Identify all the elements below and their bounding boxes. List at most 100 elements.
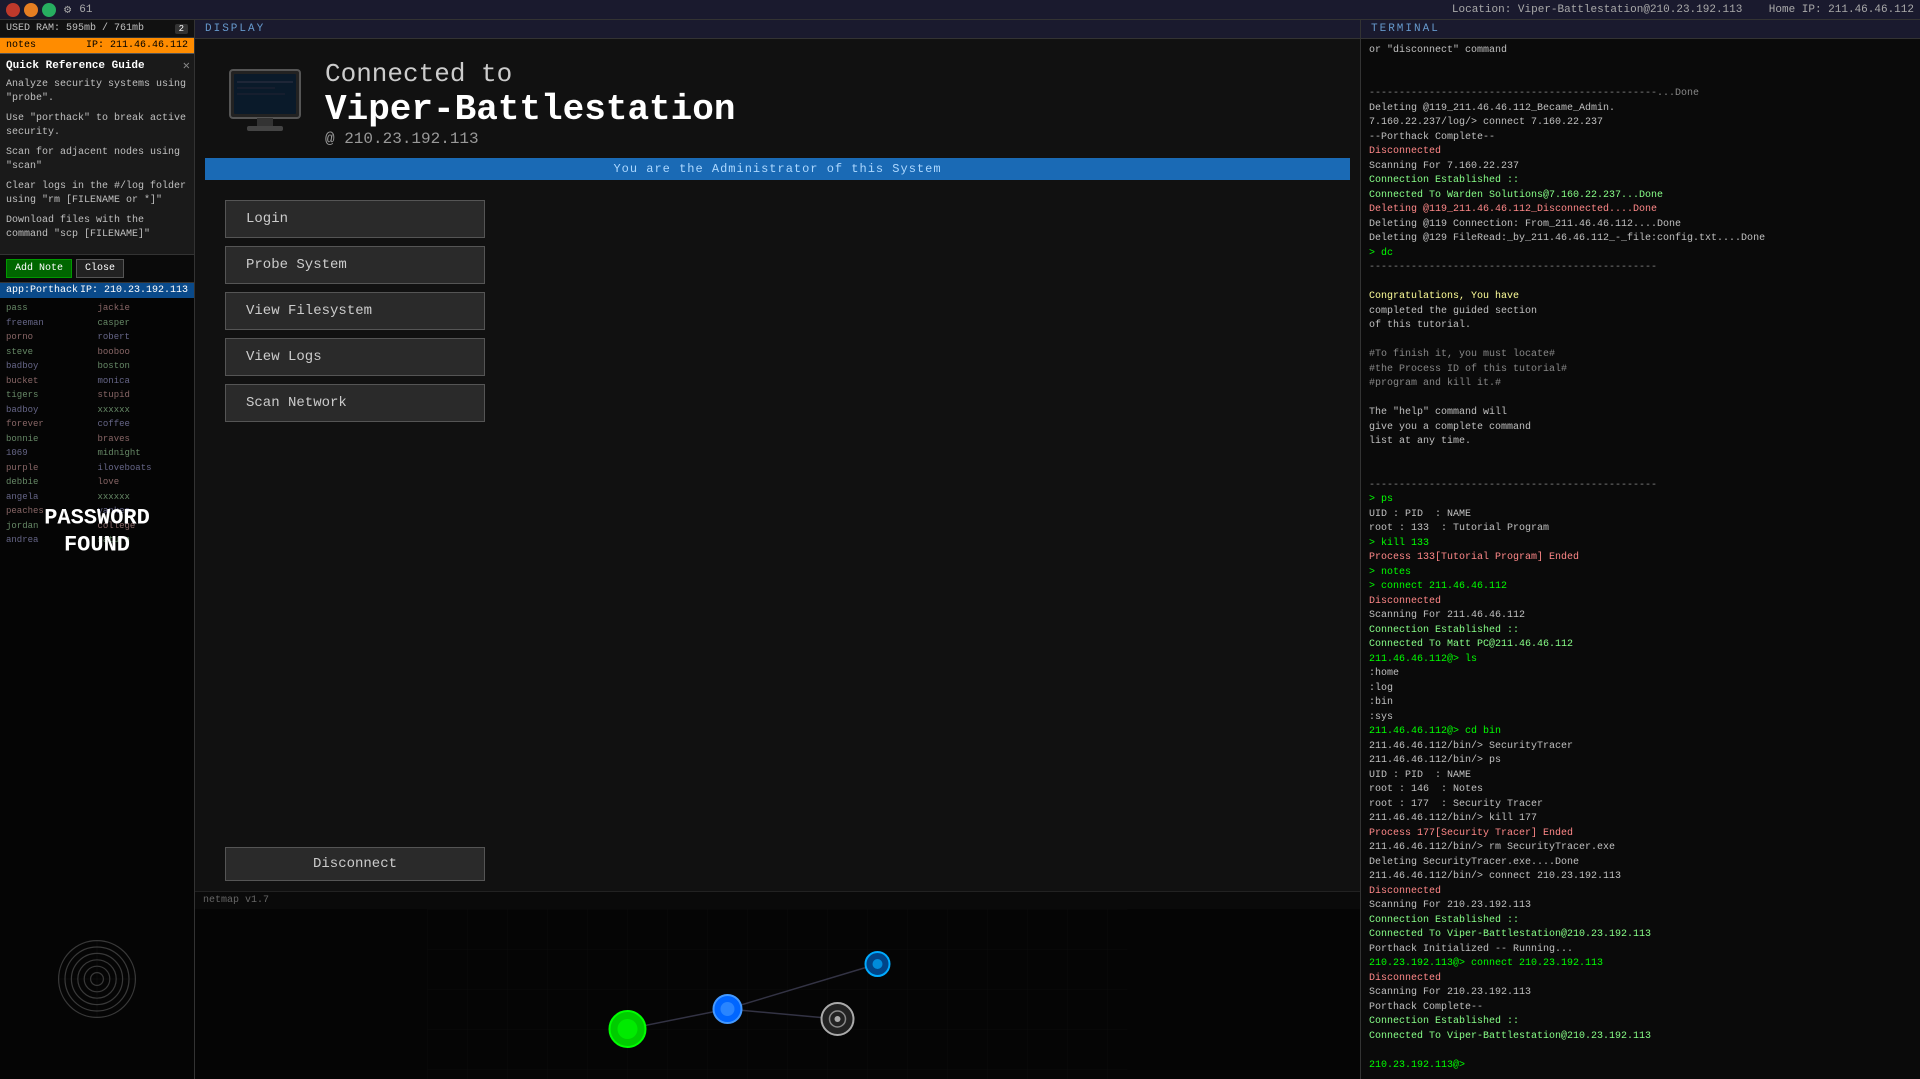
password-item: coffee (98, 418, 189, 432)
left-buttons-area: Add Note Close (0, 255, 194, 283)
terminal-line: ----------------------------------------… (1369, 261, 1912, 276)
terminal-line: 211.46.46.112/bin/> SecurityTracer (1369, 740, 1912, 755)
terminal-line: Connection Established :: (1369, 174, 1912, 189)
maximize-window-button[interactable] (42, 3, 56, 17)
terminal-line: Porthack Initialized -- Running... (1369, 943, 1912, 958)
location-info: Location: Viper-Battlestation@210.23.192… (1452, 4, 1914, 16)
connected-to-label: Connected to (325, 59, 735, 90)
terminal-line: UID : PID : NAME (1369, 508, 1912, 523)
quick-ref-close-button[interactable]: ✕ (183, 58, 190, 73)
terminal-line: Connection Established :: (1369, 914, 1912, 929)
terminal-line: 211.46.46.112@> ls (1369, 653, 1912, 668)
terminal-line: Deleting SecurityTracer.exe....Done (1369, 856, 1912, 871)
password-item: braves (98, 433, 189, 447)
qr-line-1: Analyze security systems using "probe". (6, 78, 188, 106)
left-panel: USED RAM: 595mb / 761mb 2 notes IP: 211.… (0, 20, 195, 1079)
location-text: Location: Viper-Battlestation@210.23.192… (1452, 4, 1742, 16)
password-area: passjackiefreemancasperpornorobertsteveb… (0, 298, 194, 1079)
terminal-line: > dc (1369, 247, 1912, 262)
menu-button-login[interactable]: Login (225, 200, 485, 238)
terminal-line: Deleting @129 FileRead:_by_211.46.46.112… (1369, 232, 1912, 247)
terminal-line: Disconnected (1369, 972, 1912, 987)
close-button[interactable]: Close (76, 259, 124, 278)
terminal-line (1369, 1044, 1912, 1059)
menu-button-scan-network[interactable]: Scan Network (225, 384, 485, 422)
password-item: booboo (98, 346, 189, 360)
terminal-line: root : 146 : Notes (1369, 783, 1912, 798)
password-item: debbie (6, 476, 97, 490)
terminal-line: ----------------------------------------… (1369, 479, 1912, 494)
terminal-line: ----------------------------------------… (1369, 87, 1912, 102)
disconnect-button[interactable]: Disconnect (225, 847, 485, 881)
password-item: badboy (6, 404, 97, 418)
terminal-line: Connection Established :: (1369, 1015, 1912, 1030)
terminal-line: root : 177 : Security Tracer (1369, 798, 1912, 813)
terminal-line: Disconnected (1369, 885, 1912, 900)
terminal-line: --Porthack Complete-- (1369, 131, 1912, 146)
terminal-content[interactable]: Note: the wildcard "*" indicates"All". -… (1361, 39, 1920, 1079)
qr-line-4: Clear logs in the #/log folder using "rm… (6, 180, 188, 208)
password-item: porno (6, 331, 97, 345)
terminal-line: :sys (1369, 711, 1912, 726)
qr-line-5: Download files with the command "scp [FI… (6, 214, 188, 242)
terminal-line: 211.46.46.112/bin/> rm SecurityTracer.ex… (1369, 841, 1912, 856)
main-layout: USED RAM: 595mb / 761mb 2 notes IP: 211.… (0, 20, 1920, 1079)
terminal-header: TERMINAL (1361, 20, 1920, 39)
password-item: monica (98, 375, 189, 389)
minimize-window-button[interactable] (24, 3, 38, 17)
terminal-line (1369, 450, 1912, 465)
terminal-line: :home (1369, 667, 1912, 682)
password-item: bonnie (6, 433, 97, 447)
menu-button-view-logs[interactable]: View Logs (225, 338, 485, 376)
terminal-line (1369, 73, 1912, 88)
terminal-line: list at any time. (1369, 435, 1912, 450)
terminal-line: give you a complete command (1369, 421, 1912, 436)
password-item: love (98, 476, 189, 490)
quick-ref-title: Quick Reference Guide (6, 60, 188, 72)
terminal-line: Connected To Warden Solutions@7.160.22.2… (1369, 189, 1912, 204)
qr-line-2: Use "porthack" to break active security. (6, 112, 188, 140)
menu-button-probe-system[interactable]: Probe System (225, 246, 485, 284)
window-counter: 61 (79, 4, 92, 16)
terminal-panel: TERMINAL Note: the wildcard "*" indicate… (1360, 20, 1920, 1079)
password-item: jackie (98, 302, 189, 316)
gear-icon: ⚙ (64, 2, 71, 17)
terminal-line: Scanning For 210.23.192.113 (1369, 899, 1912, 914)
terminal-line: UID : PID : NAME (1369, 769, 1912, 784)
terminal-line: Congratulations, You have (1369, 290, 1912, 305)
terminal-line: 211.46.46.112/bin/> connect 210.23.192.1… (1369, 870, 1912, 885)
connected-area: Connected to Viper-Battlestation @ 210.2… (195, 39, 1360, 158)
menu-button-view-filesystem[interactable]: View Filesystem (225, 292, 485, 330)
terminal-line: Connected To Matt PC@211.46.46.112 (1369, 638, 1912, 653)
terminal-line: Connected To Viper-Battlestation@210.23.… (1369, 1030, 1912, 1045)
connected-ip: @ 210.23.192.113 (325, 130, 735, 148)
terminal-line: #To finish it, you must locate# (1369, 348, 1912, 363)
password-item: casper (98, 317, 189, 331)
display-header: DISPLAY (195, 20, 1360, 39)
terminal-line: Disconnected (1369, 595, 1912, 610)
close-window-button[interactable] (6, 3, 20, 17)
password-item: angela (6, 491, 97, 505)
terminal-line: > connect 211.46.46.112 (1369, 580, 1912, 595)
terminal-line: Deleting @119_211.46.46.112_Disconnected… (1369, 203, 1912, 218)
password-found-overlay: PASSWORDFOUND (44, 506, 150, 559)
terminal-line: > ps (1369, 493, 1912, 508)
quick-ref-panel: Quick Reference Guide ✕ Analyze security… (0, 54, 194, 255)
notes-label: notes (6, 40, 36, 51)
terminal-line (1369, 276, 1912, 291)
terminal-line (1369, 334, 1912, 349)
notes-bar: notes IP: 211.46.46.112 (0, 38, 194, 54)
center-panel: DISPLAY Connected to Viper-Battlestation… (195, 20, 1360, 1079)
app-ip: IP: 210.23.192.113 (80, 285, 188, 296)
password-item: iloveboats (98, 462, 189, 476)
ram-bar: USED RAM: 595mb / 761mb 2 (0, 20, 194, 38)
password-found-text: PASSWORDFOUND (44, 506, 150, 559)
terminal-line: Scanning For 211.46.46.112 (1369, 609, 1912, 624)
terminal-line: root : 133 : Tutorial Program (1369, 522, 1912, 537)
password-item: xxxxxx (98, 404, 189, 418)
terminal-line: Porthack Complete-- (1369, 1001, 1912, 1016)
terminal-line: 211.46.46.112@> cd bin (1369, 725, 1912, 740)
window-controls[interactable] (6, 3, 56, 17)
add-note-button[interactable]: Add Note (6, 259, 72, 278)
password-item: steve (6, 346, 97, 360)
